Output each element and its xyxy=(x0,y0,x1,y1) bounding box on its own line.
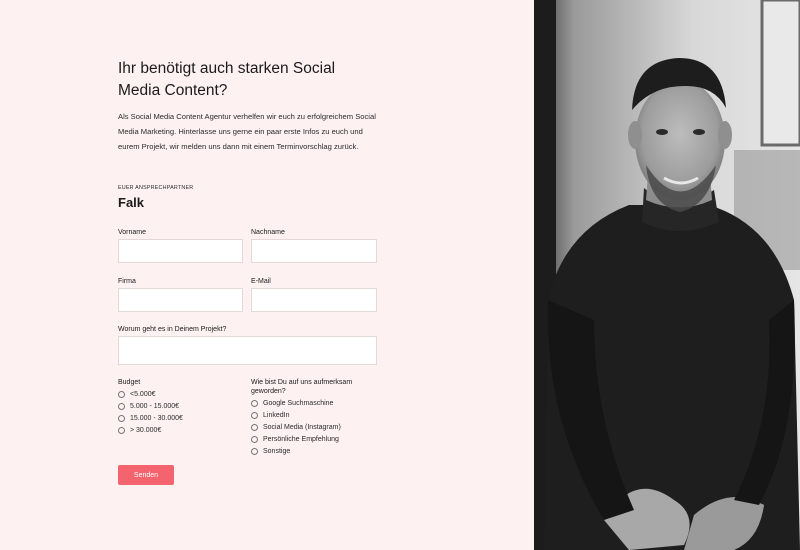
contact-form: Ihr benötigt auch starken Social Media C… xyxy=(118,58,380,485)
budget-option[interactable]: 5.000 - 15.000€ xyxy=(118,400,183,412)
radio-circle-icon[interactable] xyxy=(251,411,258,419)
source-option-label: Social Media (Instagram) xyxy=(263,423,341,431)
source-option[interactable]: LinkedIn xyxy=(251,409,341,421)
source-options: Google Suchmaschine LinkedIn Social Medi… xyxy=(251,397,341,457)
budget-option[interactable]: 15.000 - 30.000€ xyxy=(118,412,183,424)
budget-option[interactable]: <5.000€ xyxy=(118,388,183,400)
source-option[interactable]: Persönliche Empfehlung xyxy=(251,433,341,445)
source-option[interactable]: Sonstige xyxy=(251,445,341,457)
nachname-label: Nachname xyxy=(251,229,285,236)
radio-circle-icon[interactable] xyxy=(251,447,258,455)
source-option[interactable]: Social Media (Instagram) xyxy=(251,421,341,433)
budget-option-label: <5.000€ xyxy=(130,390,156,398)
person-portrait-image xyxy=(534,0,800,550)
radio-circle-icon[interactable] xyxy=(118,402,125,410)
contact-name: Falk xyxy=(118,195,145,210)
portrait-illustration xyxy=(534,0,800,550)
email-field[interactable] xyxy=(251,288,377,312)
source-option-label: Persönliche Empfehlung xyxy=(263,435,339,443)
projekt-field[interactable] xyxy=(118,336,377,365)
source-label: Wie bist Du auf uns aufmerksam geworden? xyxy=(251,379,353,395)
source-option-label: LinkedIn xyxy=(263,411,290,419)
source-option[interactable]: Google Suchmaschine xyxy=(251,397,341,409)
contact-eyebrow: EUER ANSPRECHPARTNER xyxy=(118,185,194,191)
source-option-label: Sonstige xyxy=(263,447,291,455)
budget-option-label: 5.000 - 15.000€ xyxy=(130,402,180,410)
vorname-label: Vorname xyxy=(118,229,147,236)
firma-label: Firma xyxy=(118,278,136,285)
budget-label: Budget xyxy=(118,379,141,386)
firma-field[interactable] xyxy=(118,288,243,312)
nachname-field[interactable] xyxy=(251,239,377,263)
projekt-label: Worum geht es in Deinem Projekt? xyxy=(118,326,227,333)
page-title: Ihr benötigt auch starken Social Media C… xyxy=(118,60,336,99)
intro-text: Als Social Media Content Agentur verhelf… xyxy=(118,112,376,151)
source-option-label: Google Suchmaschine xyxy=(263,399,334,407)
radio-circle-icon[interactable] xyxy=(118,426,125,434)
budget-option[interactable]: > 30.000€ xyxy=(118,424,183,436)
budget-option-label: > 30.000€ xyxy=(130,426,162,434)
budget-option-label: 15.000 - 30.000€ xyxy=(130,414,183,422)
form-section: Ihr benötigt auch starken Social Media C… xyxy=(0,0,534,550)
radio-circle-icon[interactable] xyxy=(251,435,258,443)
budget-options: <5.000€ 5.000 - 15.000€ 15.000 - 30.000€… xyxy=(118,388,183,436)
radio-circle-icon[interactable] xyxy=(251,399,258,407)
submit-button[interactable]: Senden xyxy=(118,465,174,485)
radio-circle-icon[interactable] xyxy=(251,423,258,431)
radio-circle-icon[interactable] xyxy=(118,414,125,422)
radio-circle-icon[interactable] xyxy=(118,390,125,398)
email-label: E-Mail xyxy=(251,278,271,285)
vorname-field[interactable] xyxy=(118,239,243,263)
